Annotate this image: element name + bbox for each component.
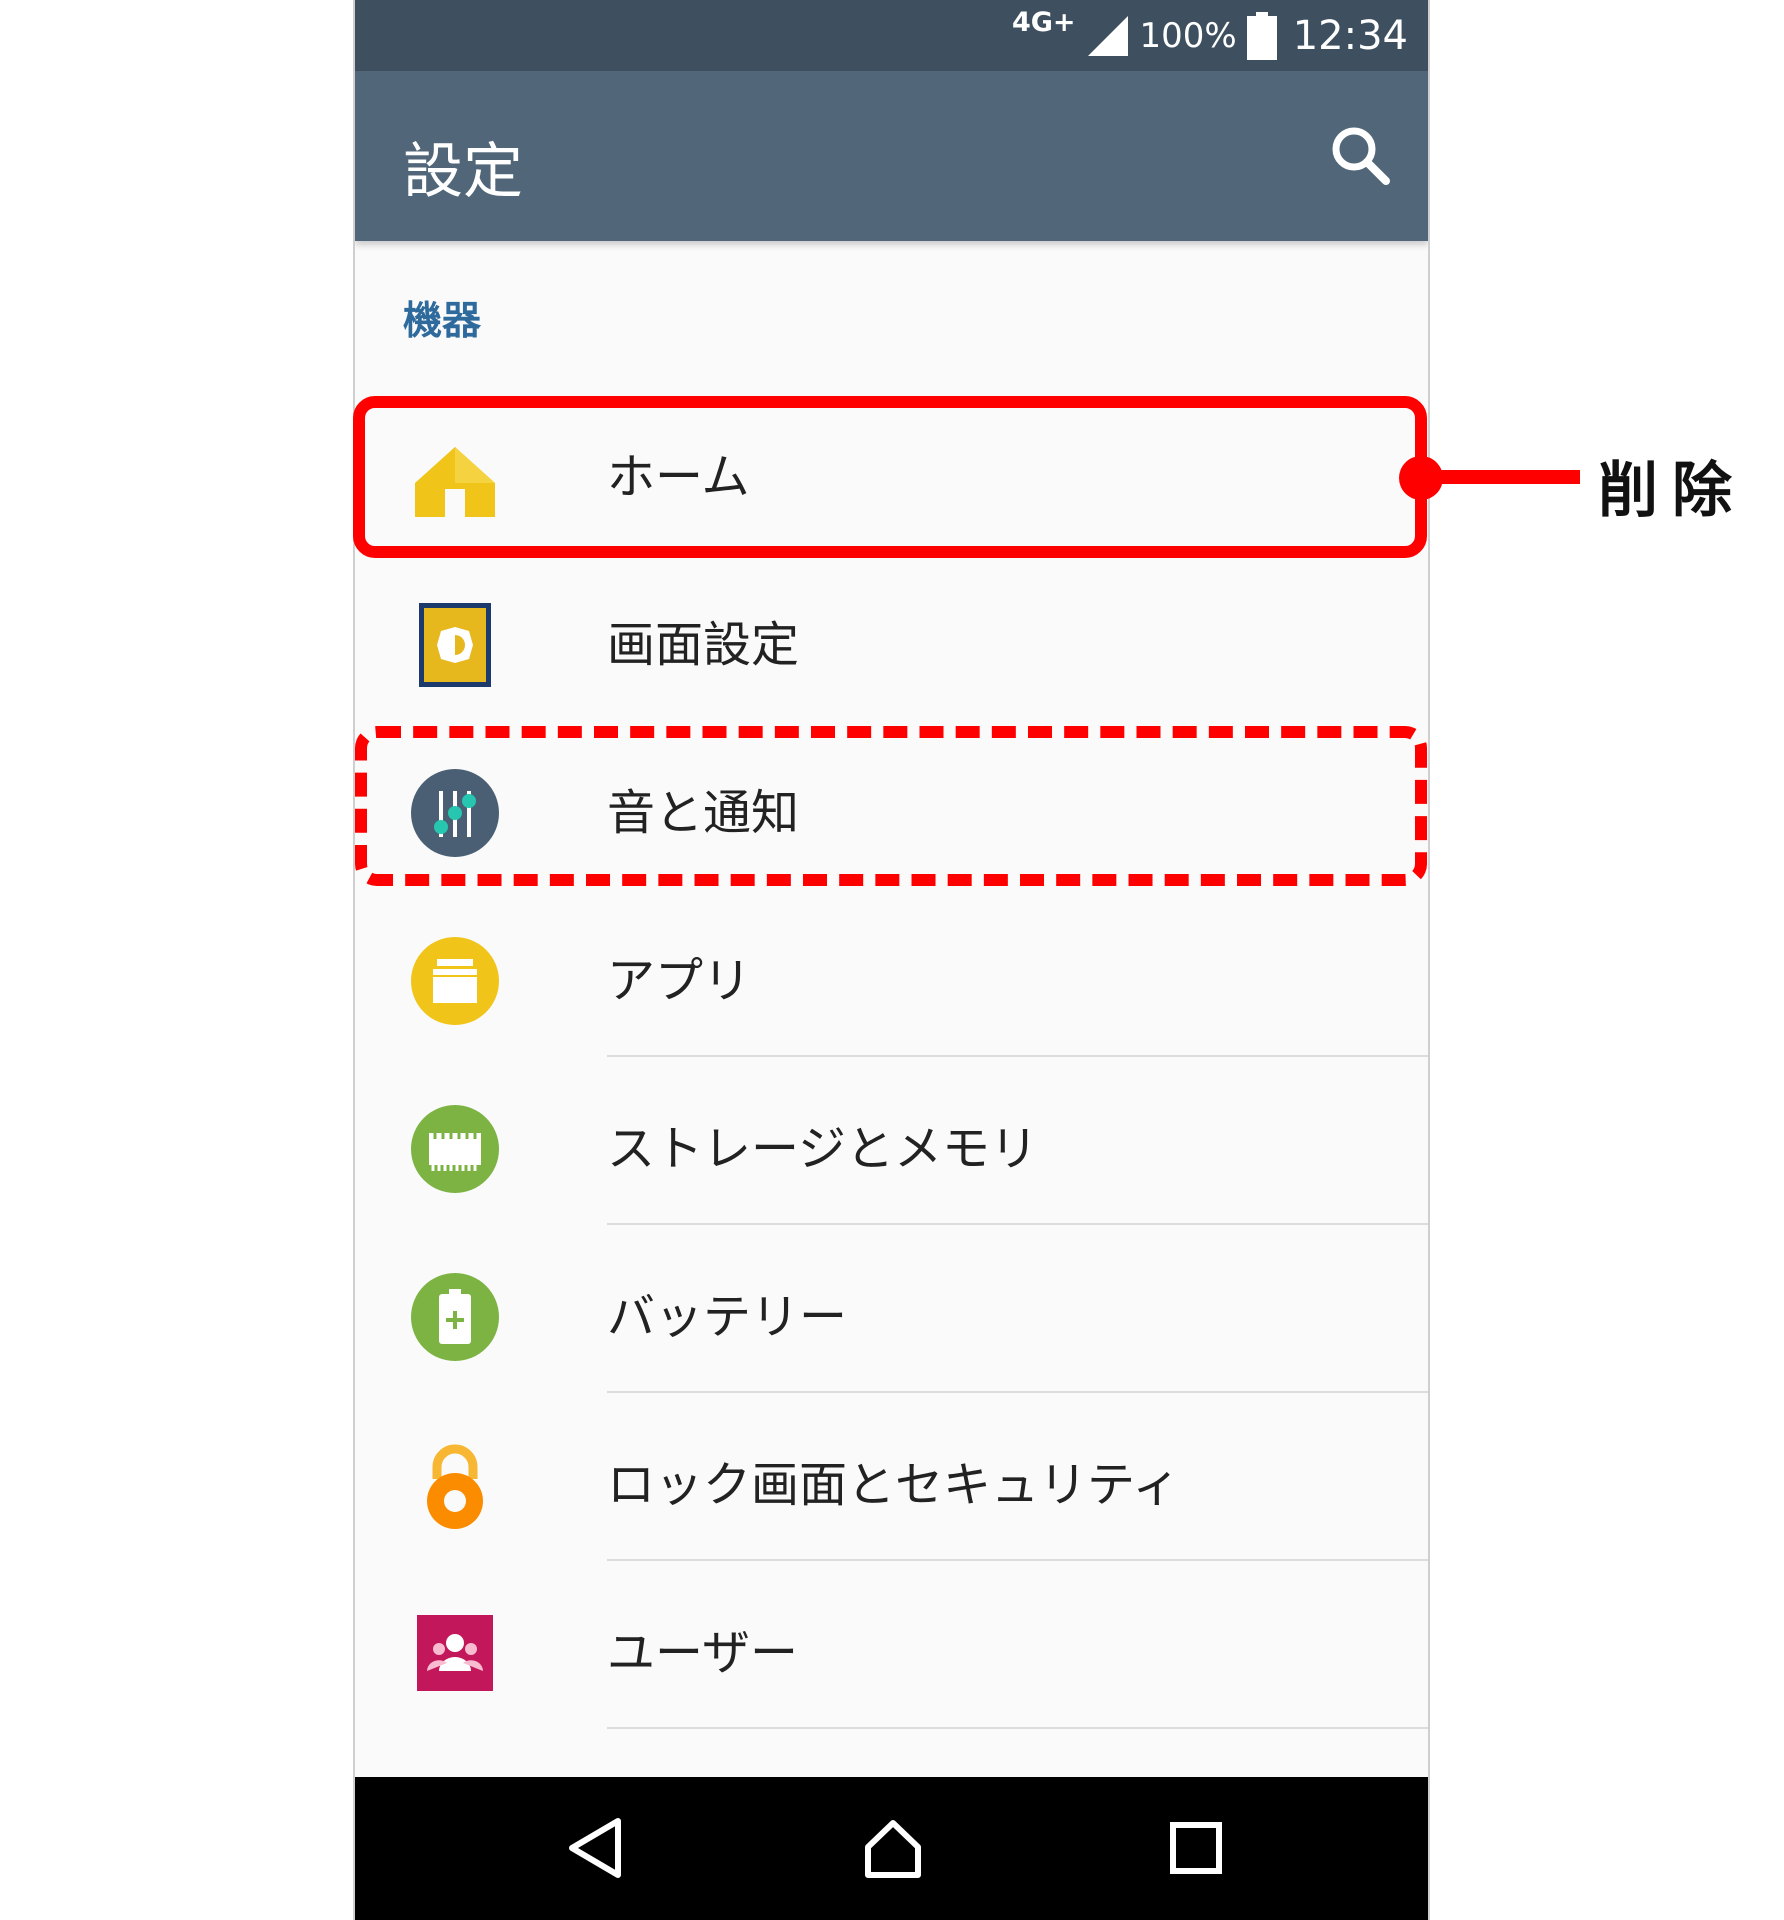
search-button[interactable] [1328,123,1392,187]
recents-button[interactable] [1163,1815,1229,1881]
users-icon [417,1615,493,1691]
settings-item-label: ユーザー [607,1625,799,1681]
battery-percent: 100% [1139,15,1237,56]
recents-icon [1170,1822,1222,1874]
padlock-icon [427,1444,483,1529]
settings-item-battery[interactable]: バッテリー [355,1233,1428,1401]
apps-icon [411,937,499,1025]
callout-line [1420,470,1580,484]
home-nav-button[interactable] [860,1815,926,1881]
highlight-box-dashed [355,726,1427,886]
settings-item-label: 画面設定 [607,617,800,673]
network-type: 4G+ [1011,7,1076,38]
settings-item-storage[interactable]: ストレージとメモリ [355,1065,1428,1233]
battery-icon [411,1273,499,1361]
phone-screen: 4G+ 100% 12:34 設定 機器 ホーム 画面設定 音と通知 アプリ ス… [353,0,1430,1920]
settings-item-label: アプリ [607,953,752,1009]
back-icon [569,1818,621,1878]
memory-chip-icon [411,1105,499,1193]
section-header-devices: 機器 [403,299,482,344]
display-brightness-icon [419,603,491,687]
divider [607,1055,1428,1057]
settings-item-label: バッテリー [607,1289,848,1345]
battery-icon [1246,11,1277,60]
settings-item-label: ロック画面とセキュリティ [607,1457,1181,1513]
back-button[interactable] [564,1815,630,1881]
divider [607,1559,1428,1561]
page-title: 設定 [403,137,523,207]
divider [607,1727,1428,1729]
settings-item-users[interactable]: ユーザー [355,1569,1428,1737]
home-nav-icon [865,1820,921,1878]
settings-item-label: ストレージとメモリ [607,1121,1039,1177]
status-bar: 4G+ 100% 12:34 [355,0,1428,71]
callout-dot [1399,456,1443,500]
settings-item-apps[interactable]: アプリ [355,897,1428,1065]
highlight-box-solid [353,396,1427,558]
clock: 12:34 [1292,12,1408,59]
navigation-bar [355,1777,1428,1920]
divider [607,1391,1428,1393]
search-icon [1332,127,1390,185]
signal-icon [1087,15,1128,56]
divider [607,1223,1428,1225]
callout-label-delete: 削除 [1598,456,1746,526]
settings-item-lock-screen[interactable]: ロック画面とセキュリティ [355,1401,1428,1569]
settings-item-display[interactable]: 画面設定 [355,561,1428,729]
app-bar: 設定 [355,71,1428,241]
